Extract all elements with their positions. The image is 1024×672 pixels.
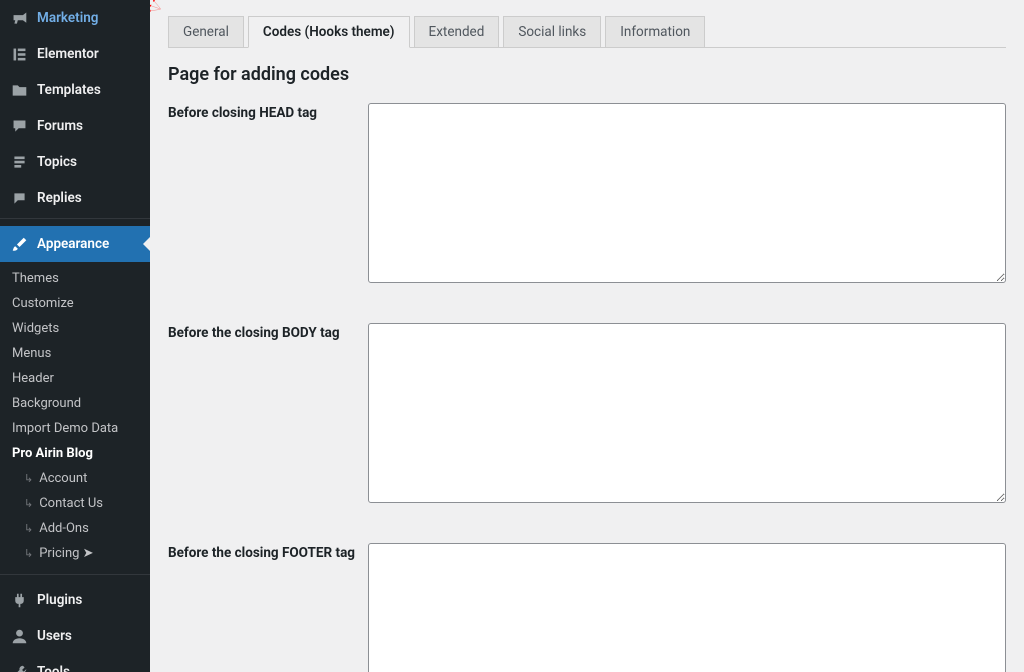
tab-general[interactable]: General xyxy=(168,16,244,48)
page-title: Page for adding codes xyxy=(168,64,1006,85)
sidebar-label: Appearance xyxy=(37,236,109,252)
field-input-wrap xyxy=(368,543,1006,672)
field-input-wrap xyxy=(368,103,1006,287)
menu-separator xyxy=(0,218,150,224)
brush-icon xyxy=(9,234,29,254)
field-label-body: Before the closing BODY tag xyxy=(168,323,368,507)
sidebar-sub-account[interactable]: Account xyxy=(0,466,150,491)
sidebar-item-templates[interactable]: Templates xyxy=(0,72,150,108)
sidebar-item-marketing[interactable]: Marketing xyxy=(0,0,150,36)
replies-icon xyxy=(9,188,29,208)
tab-extended[interactable]: Extended xyxy=(414,16,500,48)
body-code-textarea[interactable] xyxy=(368,323,1006,503)
sidebar-label: Elementor xyxy=(37,46,99,62)
forums-icon xyxy=(9,116,29,136)
sidebar-sub-background[interactable]: Background xyxy=(0,391,150,416)
sidebar-item-forums[interactable]: Forums xyxy=(0,108,150,144)
sidebar-label: Marketing xyxy=(37,10,98,26)
airin-sub-submenu: Account Contact Us Add-Ons Pricing ➤ xyxy=(0,466,150,566)
sidebar-sub-widgets[interactable]: Widgets xyxy=(0,316,150,341)
plug-icon xyxy=(9,590,29,610)
sidebar-label: Templates xyxy=(37,82,101,98)
settings-panel: General Codes (Hooks theme) Extended Soc… xyxy=(150,0,1024,672)
sidebar-item-topics[interactable]: Topics xyxy=(0,144,150,180)
admin-sidebar: Marketing Elementor Templates Forums Top… xyxy=(0,0,150,672)
elementor-icon xyxy=(9,44,29,64)
tab-information[interactable]: Information xyxy=(605,16,705,48)
tab-social-links[interactable]: Social links xyxy=(503,16,601,48)
sidebar-sub-header[interactable]: Header xyxy=(0,366,150,391)
sidebar-sub-add-ons[interactable]: Add-Ons xyxy=(0,516,150,541)
wrench-icon xyxy=(9,662,29,672)
footer-code-textarea[interactable] xyxy=(368,543,1006,672)
annotation-arrows-icon xyxy=(150,0,167,17)
sidebar-sub-contact-us[interactable]: Contact Us xyxy=(0,491,150,516)
field-input-wrap xyxy=(368,323,1006,507)
sidebar-sub-import-demo[interactable]: Import Demo Data xyxy=(0,416,150,441)
user-icon xyxy=(9,626,29,646)
field-label-head: Before closing HEAD tag xyxy=(168,103,368,287)
field-row-body: Before the closing BODY tag xyxy=(168,323,1006,507)
sidebar-label: Topics xyxy=(37,154,77,170)
sidebar-item-plugins[interactable]: Plugins xyxy=(0,582,150,618)
appearance-submenu: Themes Customize Widgets Menus Header Ba… xyxy=(0,262,150,572)
tab-codes-hooks[interactable]: Codes (Hooks theme) xyxy=(248,16,410,48)
sidebar-item-replies[interactable]: Replies xyxy=(0,180,150,216)
sidebar-sub-pricing[interactable]: Pricing ➤ xyxy=(0,541,150,566)
sidebar-label: Plugins xyxy=(37,592,82,608)
sidebar-sub-menus[interactable]: Menus xyxy=(0,341,150,366)
sidebar-item-tools[interactable]: Tools xyxy=(0,654,150,672)
sidebar-label: Tools xyxy=(37,664,70,672)
sidebar-label: Replies xyxy=(37,190,82,206)
menu-separator xyxy=(0,574,150,580)
megaphone-icon xyxy=(9,8,29,28)
field-row-head: Before closing HEAD tag xyxy=(168,103,1006,287)
sidebar-sub-pro-airin-blog[interactable]: Pro Airin Blog xyxy=(0,441,150,466)
field-row-footer: Before the closing FOOTER tag xyxy=(168,543,1006,672)
topics-icon xyxy=(9,152,29,172)
head-code-textarea[interactable] xyxy=(368,103,1006,283)
sidebar-item-appearance[interactable]: Appearance xyxy=(0,226,150,262)
field-label-footer: Before the closing FOOTER tag xyxy=(168,543,368,672)
sidebar-label: Users xyxy=(37,628,72,644)
settings-tabs: General Codes (Hooks theme) Extended Soc… xyxy=(168,16,1006,48)
sidebar-item-users[interactable]: Users xyxy=(0,618,150,654)
sidebar-item-elementor[interactable]: Elementor xyxy=(0,36,150,72)
folder-icon xyxy=(9,80,29,100)
sidebar-sub-themes[interactable]: Themes xyxy=(0,266,150,291)
sidebar-label: Forums xyxy=(37,118,83,134)
sidebar-sub-customize[interactable]: Customize xyxy=(0,291,150,316)
